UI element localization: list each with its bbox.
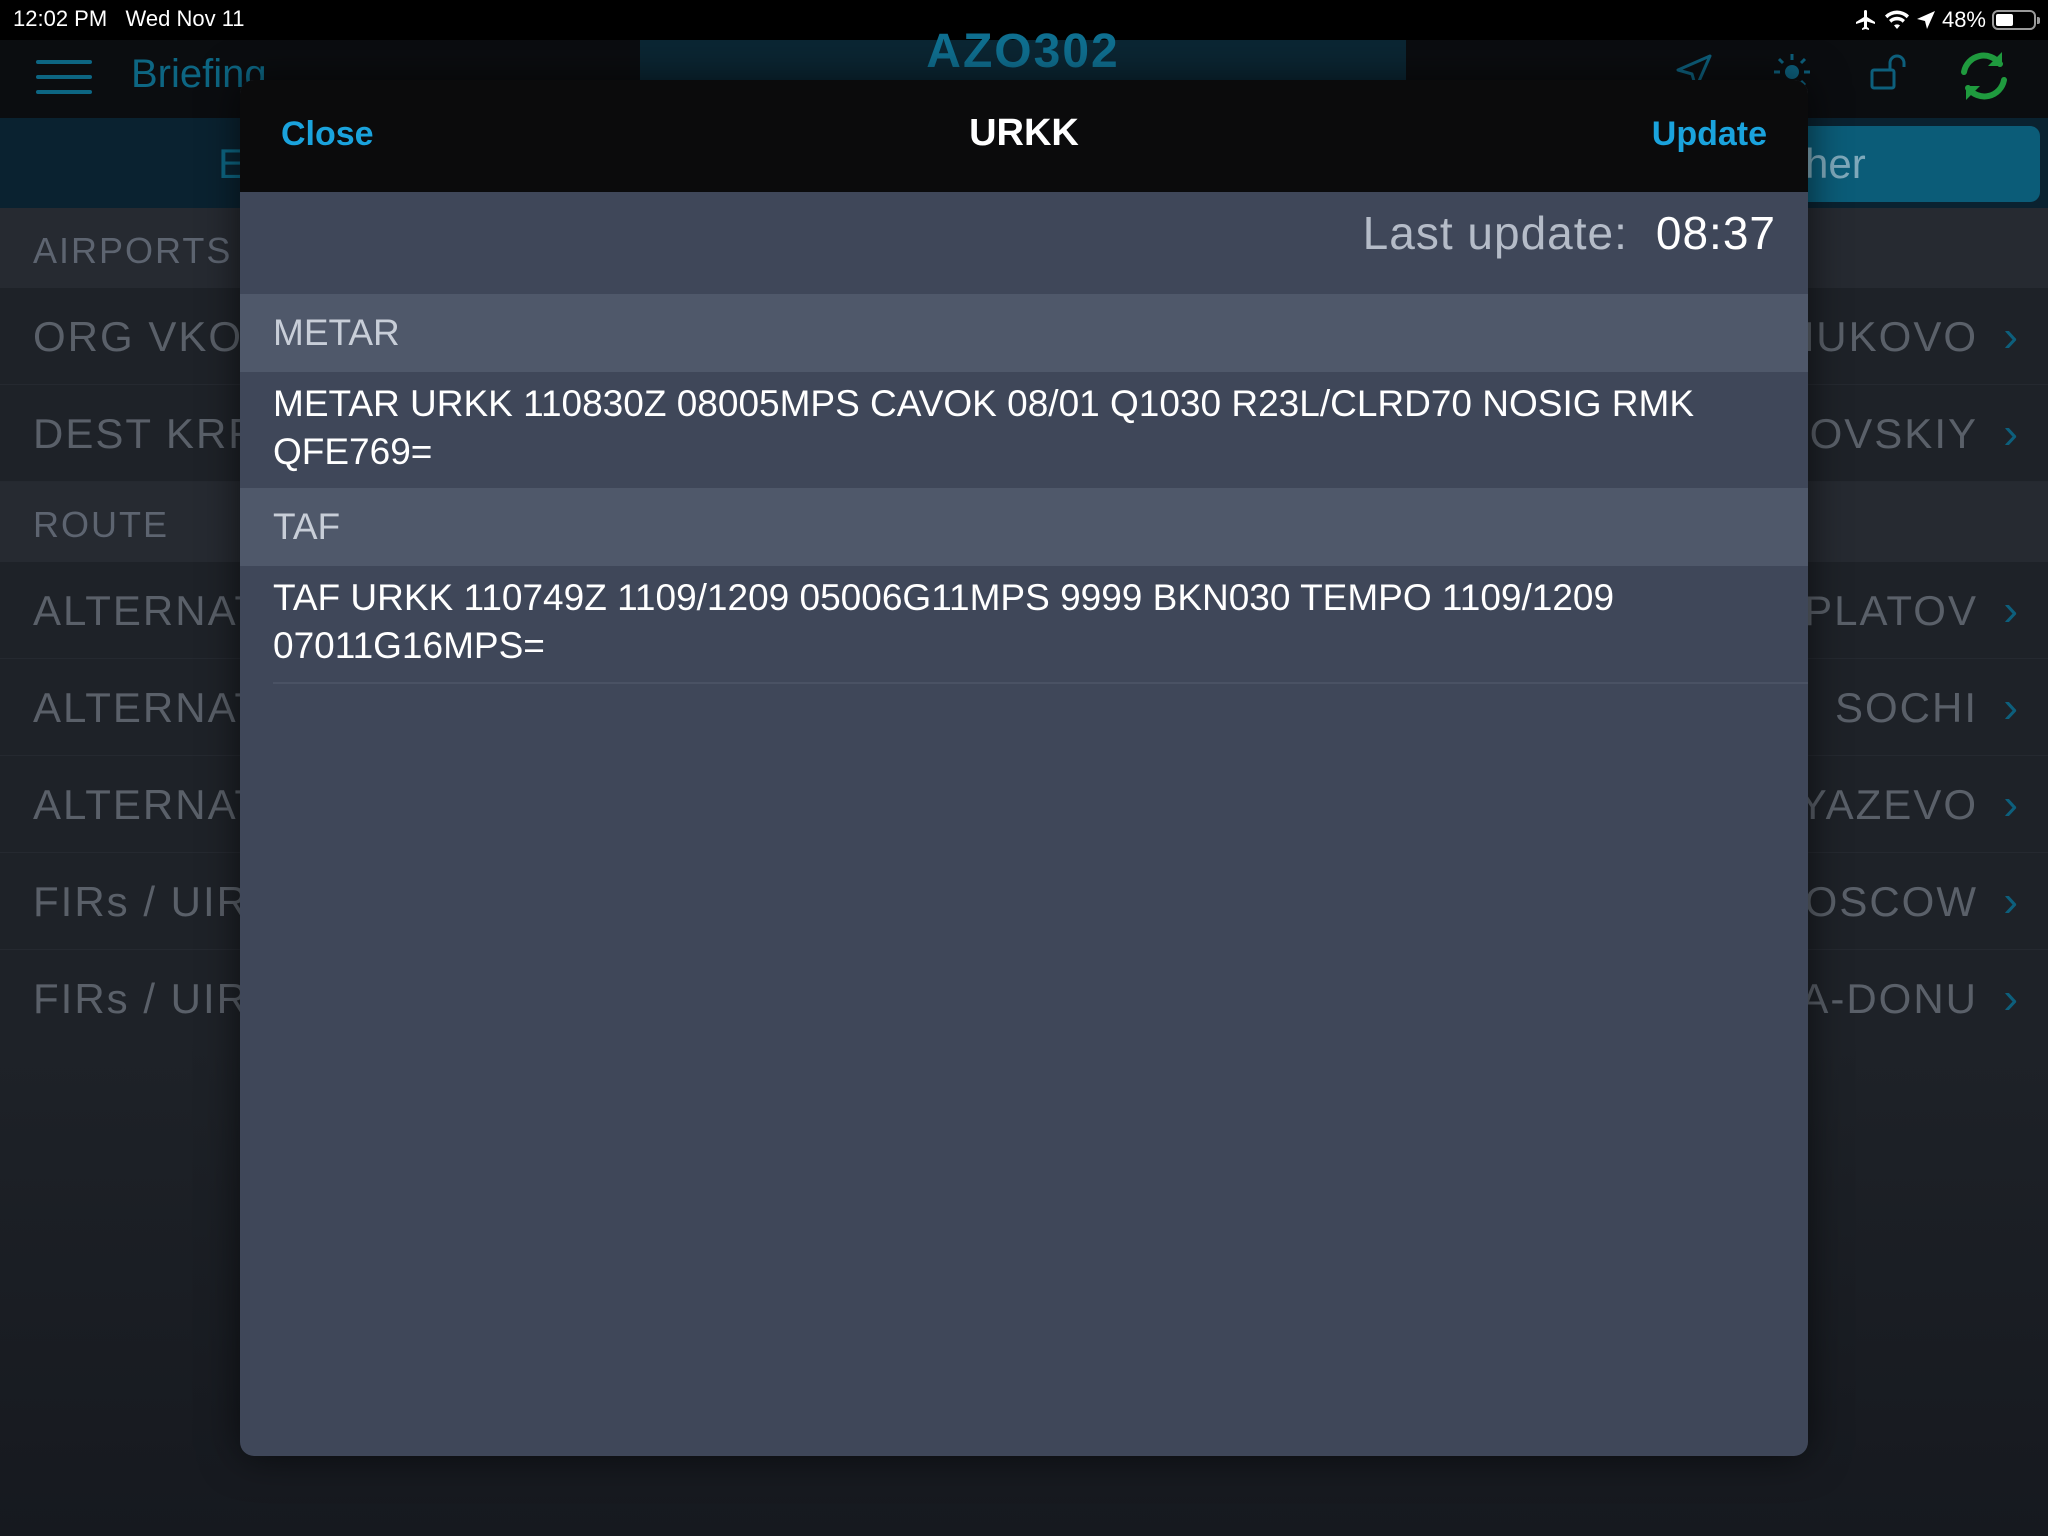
status-time: 12:02 PM xyxy=(13,6,108,31)
chevron-right-icon: › xyxy=(2003,586,2018,635)
unlock-icon[interactable] xyxy=(1866,50,1910,94)
chevron-right-icon: › xyxy=(2003,312,2018,361)
location-icon xyxy=(1916,11,1935,29)
airplane-mode-icon xyxy=(1855,10,1875,30)
flight-number-title: AZO302 xyxy=(926,25,1120,78)
segment-weather-label[interactable]: her xyxy=(1805,140,1866,188)
modal-header: Close URKK Update xyxy=(240,80,1808,192)
modal-title: URKK xyxy=(969,112,1079,154)
taf-text: TAF URKK 110749Z 1109/1209 05006G11MPS 9… xyxy=(273,577,1615,666)
status-indicators: 48% xyxy=(1854,6,2040,34)
status-time-date: 12:02 PM Wed Nov 11 xyxy=(13,6,245,32)
last-update-value: 08:37 xyxy=(1655,207,1776,259)
menu-icon[interactable] xyxy=(36,60,92,96)
metar-body: METAR URKK 110830Z 08005MPS CAVOK 08/01 … xyxy=(240,372,1808,488)
update-button[interactable]: Update xyxy=(1652,115,1767,154)
status-date: Wed Nov 11 xyxy=(125,6,245,31)
chevron-right-icon: › xyxy=(2003,683,2018,732)
last-update-label: Last update: xyxy=(1362,207,1628,259)
battery-percentage: 48% xyxy=(1941,7,1986,32)
refresh-icon[interactable] xyxy=(1954,46,2014,106)
metar-text: METAR URKK 110830Z 08005MPS CAVOK 08/01 … xyxy=(273,383,1695,472)
chevron-right-icon: › xyxy=(2003,877,2018,926)
metar-section-header: METAR xyxy=(240,294,1808,372)
chevron-right-icon: › xyxy=(2003,409,2018,458)
chevron-right-icon: › xyxy=(2003,974,2018,1023)
battery-icon xyxy=(1992,10,2040,30)
chevron-right-icon: › xyxy=(2003,780,2018,829)
divider xyxy=(273,682,1808,684)
last-update: Last update: 08:37 xyxy=(1363,206,1776,260)
weather-modal: Close URKK Update Last update: 08:37 META… xyxy=(240,80,1808,1456)
wifi-icon xyxy=(1884,10,1909,29)
taf-section-header: TAF xyxy=(240,488,1808,566)
taf-body: TAF URKK 110749Z 1109/1209 05006G11MPS 9… xyxy=(240,566,1808,682)
